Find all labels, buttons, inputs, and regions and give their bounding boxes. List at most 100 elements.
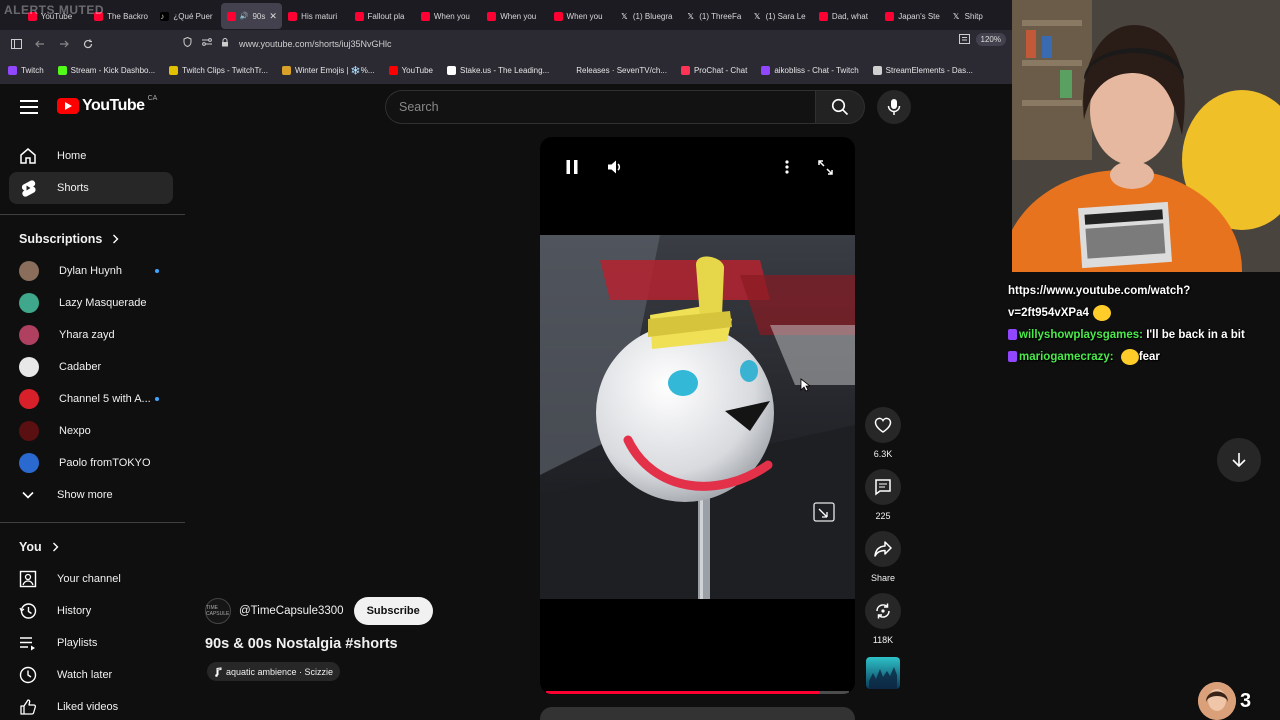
- subscriptions-header[interactable]: Subscriptions: [19, 232, 119, 246]
- tab-close-icon[interactable]: ✕: [269, 11, 277, 22]
- progress-fill: [546, 691, 819, 694]
- viewer-count: 3: [1240, 689, 1252, 712]
- browser-tab[interactable]: When you: [548, 3, 614, 29]
- more-options-button[interactable]: [780, 159, 794, 175]
- reader-view-icon[interactable]: [959, 34, 970, 47]
- zoom-level[interactable]: 120%: [975, 33, 1006, 46]
- browser-tab[interactable]: 𝕏 (1) Bluegra: [614, 3, 680, 29]
- bookmark-item[interactable]: Winter Emojis | ❄️%...: [281, 66, 375, 75]
- subscription-item[interactable]: Lazy Masquerade: [9, 287, 173, 319]
- show-more-button[interactable]: Show more: [9, 479, 173, 511]
- chat-message: willyshowplaysgames: I'll be back in a b…: [1008, 324, 1280, 346]
- bookmark-favicon-icon: [761, 66, 771, 75]
- bookmark-item[interactable]: StreamElements - Das...: [872, 66, 973, 75]
- volume-button[interactable]: [606, 159, 624, 175]
- pause-button[interactable]: [564, 159, 580, 175]
- bookmark-item[interactable]: Stake.us - The Leading...: [447, 66, 549, 75]
- url-text[interactable]: www.youtube.com/shorts/iuj35NvGHlc: [239, 39, 392, 49]
- sidebar-item-label: History: [57, 605, 92, 617]
- bookmark-item[interactable]: Stream - Kick Dashbo...: [57, 66, 155, 75]
- country-code: CA: [147, 95, 158, 102]
- browser-tab[interactable]: 🔊 90s ✕: [220, 3, 283, 29]
- search-button[interactable]: [815, 90, 865, 124]
- subscription-name: Channel 5 with A...: [59, 393, 151, 405]
- subscription-item[interactable]: Nexpo: [9, 415, 173, 447]
- next-short-preview[interactable]: [540, 707, 855, 720]
- bookmark-item[interactable]: aikobliss - Chat - Twitch: [761, 66, 859, 75]
- chat-message: https://www.youtube.com/watch?: [1008, 280, 1280, 302]
- bookmark-item[interactable]: Twitch: [8, 66, 44, 75]
- music-chip[interactable]: aquatic ambience · Scizzie: [207, 662, 341, 681]
- back-button[interactable]: [28, 32, 52, 56]
- stream-chat: https://www.youtube.com/watch? v=2ft954vX…: [1008, 280, 1280, 368]
- sidebar-item-liked-videos[interactable]: Liked videos: [9, 691, 173, 720]
- sidebar-item-home[interactable]: Home: [9, 140, 173, 172]
- menu-icon[interactable]: [20, 100, 38, 114]
- channel-avatar: [19, 389, 39, 409]
- bookmark-favicon-icon: [680, 66, 690, 75]
- youtube-page: YouTube CA Search Home Shorts Subscripti…: [0, 84, 1012, 720]
- video-progress-bar[interactable]: [546, 691, 849, 694]
- you-label: You: [19, 540, 42, 554]
- subscription-item[interactable]: Cadaber: [9, 351, 173, 383]
- browser-tab[interactable]: 𝕏 Shitp: [946, 3, 1012, 29]
- voice-search-button[interactable]: [877, 90, 911, 124]
- channel-avatar: [19, 453, 39, 473]
- tab-label: Japan's Ste: [898, 11, 940, 21]
- bookmark-item[interactable]: ProChat - Chat: [680, 66, 747, 75]
- scroll-down-button[interactable]: [1217, 438, 1261, 482]
- channel-avatar: [19, 293, 39, 313]
- comments-button[interactable]: 225: [864, 469, 902, 521]
- browser-tab[interactable]: Japan's Ste: [879, 3, 945, 29]
- bookmark-item[interactable]: Twitch Clips - TwitchTr...: [169, 66, 268, 75]
- browser-tab[interactable]: His maturi: [282, 3, 348, 29]
- fullscreen-button[interactable]: [816, 159, 834, 175]
- like-button[interactable]: 6.3K: [864, 407, 902, 459]
- channel-avatar[interactable]: TIME CAPSULE: [205, 598, 231, 624]
- lock-icon[interactable]: [221, 37, 235, 50]
- browser-tab[interactable]: 𝕏 (1) Sara Le: [747, 3, 813, 29]
- short-title[interactable]: 90s & 00s Nostalgia #shorts: [205, 636, 398, 652]
- sidebar-item-your-channel[interactable]: Your channel: [9, 563, 173, 595]
- youtube-logo[interactable]: YouTube CA: [57, 95, 158, 115]
- browser-tab[interactable]: Fallout pla: [349, 3, 415, 29]
- bookmark-item[interactable]: YouTube: [388, 66, 433, 75]
- bookmark-label: aikobliss - Chat - Twitch: [774, 66, 859, 75]
- browser-tab[interactable]: 𝕏 (1) ThreeFa: [680, 3, 746, 29]
- subscription-item[interactable]: Yhara zayd: [9, 319, 173, 351]
- sidebar-item-shorts[interactable]: Shorts: [9, 172, 173, 204]
- subscription-item[interactable]: Dylan Huynh: [9, 255, 173, 287]
- tab-label: Shitp: [964, 11, 983, 21]
- forward-button[interactable]: [52, 32, 76, 56]
- tab-audio-icon[interactable]: 🔊: [240, 12, 249, 20]
- subscription-item[interactable]: Paolo fromTOKYO: [9, 447, 173, 479]
- url-bar[interactable]: www.youtube.com/shorts/iuj35NvGHlc: [178, 33, 1008, 54]
- you-header[interactable]: You: [19, 540, 59, 554]
- subscribe-button[interactable]: Subscribe: [353, 597, 433, 625]
- shorts-player[interactable]: [540, 137, 855, 694]
- channel-avatar: [19, 261, 39, 281]
- video-frame[interactable]: [540, 235, 855, 599]
- tab-label: The Backro: [107, 11, 148, 21]
- channel-handle[interactable]: @TimeCapsule3300: [239, 605, 344, 617]
- share-button[interactable]: Share: [864, 531, 902, 583]
- subscription-item[interactable]: Channel 5 with A...: [9, 383, 173, 415]
- remix-button[interactable]: 118K: [864, 593, 902, 645]
- sidebar-item-history[interactable]: History: [9, 595, 173, 627]
- browser-tab[interactable]: When you: [481, 3, 547, 29]
- browser-tab[interactable]: ♪ ¿Qué Puer: [154, 3, 220, 29]
- sidebar-toggle-icon[interactable]: [4, 32, 28, 56]
- sidebar-item-playlists[interactable]: Playlists: [9, 627, 173, 659]
- sidebar-item-watch-later[interactable]: Watch later: [9, 659, 173, 691]
- subscription-name: Cadaber: [59, 361, 102, 373]
- browser-tab[interactable]: When you: [415, 3, 481, 29]
- reload-button[interactable]: [76, 32, 100, 56]
- bookmark-item[interactable]: Releases · SevenTV/ch...: [563, 66, 667, 75]
- permissions-icon[interactable]: [202, 38, 216, 49]
- sound-thumbnail[interactable]: [864, 657, 902, 694]
- shield-icon[interactable]: [183, 36, 197, 50]
- music-label: aquatic ambience · Scizzie: [226, 666, 334, 677]
- search-input[interactable]: Search: [385, 90, 816, 124]
- tab-label: His maturi: [301, 11, 338, 21]
- browser-tab[interactable]: Dad, what: [813, 3, 879, 29]
